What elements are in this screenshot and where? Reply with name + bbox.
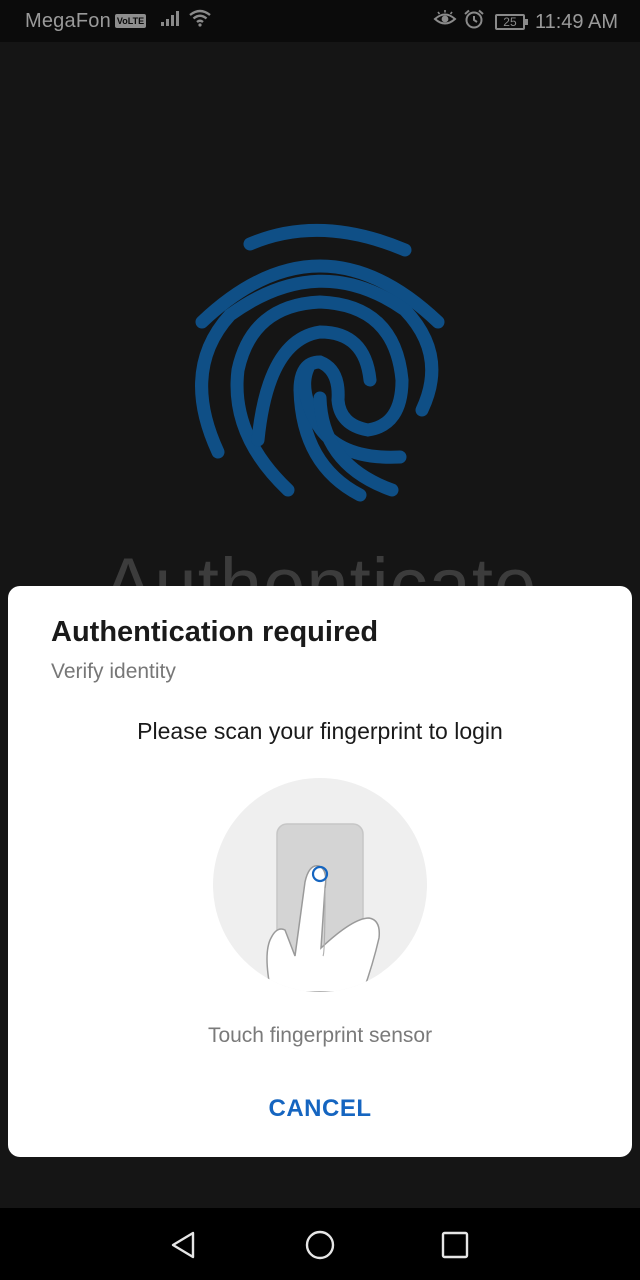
fingerprint-sensor-illustration [213, 778, 427, 992]
battery-icon: 25 [494, 14, 528, 30]
status-time: 11:49 AM [534, 10, 618, 33]
carrier-name: MegaFon [25, 9, 111, 32]
alarm-icon [463, 9, 485, 35]
wifi-icon [188, 9, 212, 33]
recents-icon[interactable] [435, 1225, 475, 1265]
signal-icon [160, 9, 182, 33]
fingerprint-icon [190, 220, 450, 540]
status-bar: MegaFon VoLTE 25 11:49 AM [0, 0, 640, 42]
auth-dialog: Authentication required Verify identity … [8, 586, 632, 1157]
volte-badge: VoLTE [114, 14, 147, 28]
screen: MegaFon VoLTE 25 11:49 AM Authentication… [0, 0, 640, 1280]
back-icon[interactable] [163, 1225, 203, 1265]
cancel-button[interactable]: CANCEL [220, 1084, 420, 1134]
dialog-title: Authentication required [51, 616, 379, 648]
status-left: MegaFon VoLTE [25, 9, 212, 33]
dialog-description: Please scan your fingerprint to login [137, 718, 503, 744]
status-right: 25 11:49 AM [433, 9, 618, 35]
home-icon[interactable] [300, 1225, 340, 1265]
dialog-subtitle: Verify identity [51, 660, 176, 683]
navigation-bar [0, 1208, 640, 1280]
sensor-hint: Touch fingerprint sensor [207, 1024, 433, 1047]
eye-comfort-icon [433, 10, 457, 34]
